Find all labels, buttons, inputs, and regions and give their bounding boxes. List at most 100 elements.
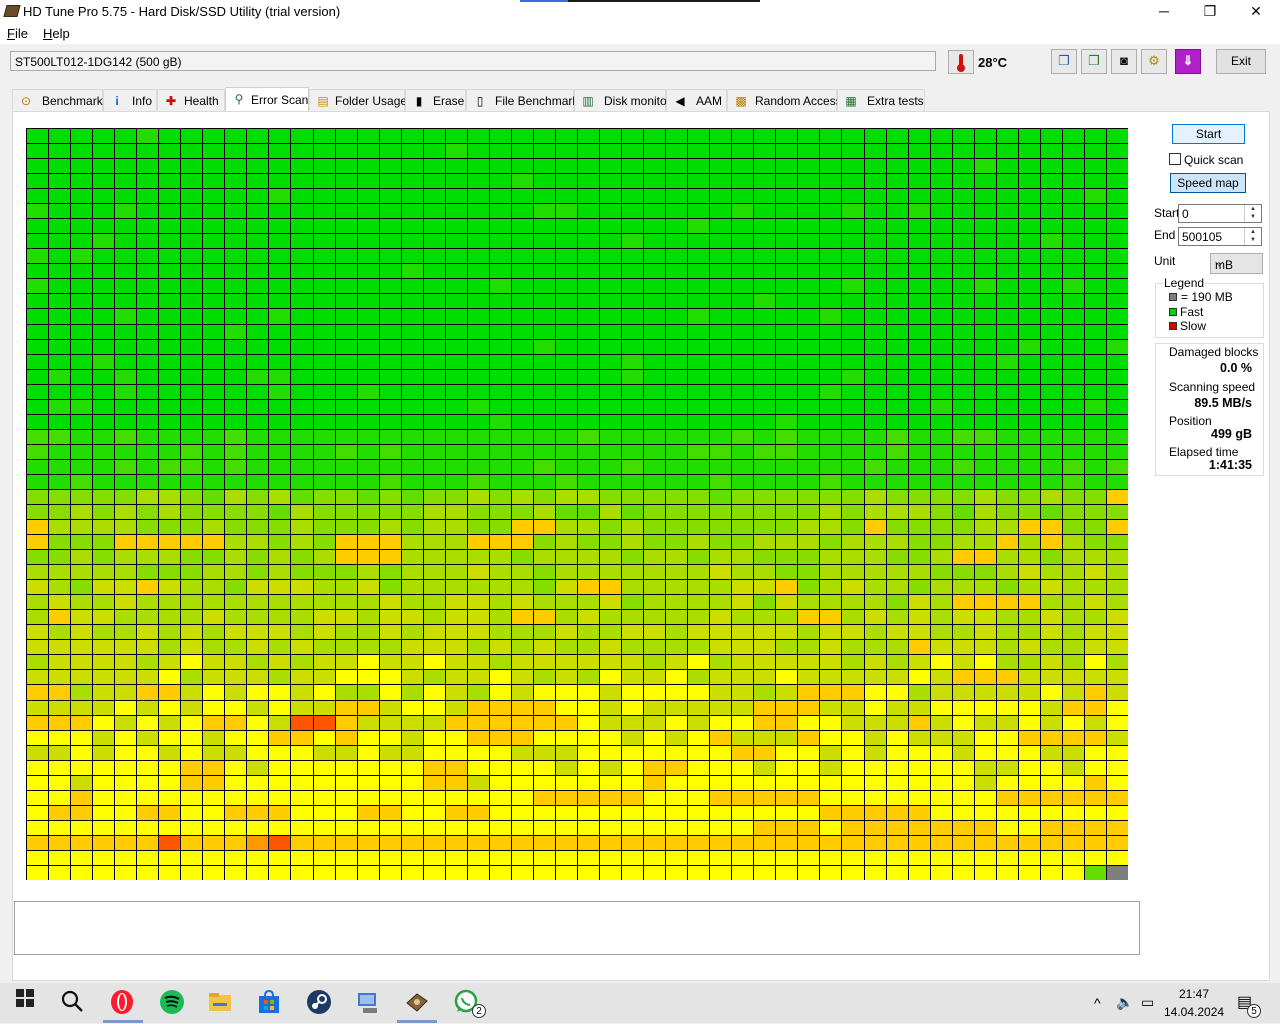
speed-map-block bbox=[1084, 715, 1106, 730]
tab-error-scan[interactable]: ⚲ Error Scan bbox=[225, 87, 309, 112]
menu-help[interactable]: Help bbox=[43, 26, 70, 41]
speed-map-block bbox=[842, 309, 864, 324]
speed-map-block bbox=[974, 760, 996, 775]
speed-map-block bbox=[71, 850, 93, 865]
exit-button[interactable]: Exit bbox=[1216, 49, 1266, 74]
speed-map-block bbox=[445, 580, 467, 595]
copy-text-button[interactable]: ❐ bbox=[1051, 49, 1077, 74]
tab-erase[interactable]: ▮ Erase bbox=[405, 89, 466, 111]
speed-map-block bbox=[27, 339, 49, 354]
speed-map-block bbox=[908, 655, 930, 670]
screenshot-button[interactable]: ◙ bbox=[1111, 49, 1137, 74]
speed-map-block bbox=[511, 369, 533, 384]
tab-extra-tests[interactable]: ▦ Extra tests bbox=[837, 89, 925, 111]
speed-map-block bbox=[930, 204, 952, 219]
speed-map-block bbox=[886, 850, 908, 865]
speed-map-block bbox=[974, 429, 996, 444]
speed-map-block bbox=[1106, 384, 1128, 399]
speed-map-block bbox=[225, 790, 247, 805]
hd-tune-icon[interactable] bbox=[404, 989, 430, 1015]
position-value: 499 gB bbox=[1211, 427, 1252, 441]
speed-map-block bbox=[886, 324, 908, 339]
speed-map-block bbox=[908, 685, 930, 700]
speed-map-block bbox=[467, 279, 489, 294]
speed-map-block bbox=[908, 820, 930, 835]
speed-map-block bbox=[842, 474, 864, 489]
file-explorer-icon[interactable] bbox=[207, 989, 233, 1015]
speed-map-block bbox=[313, 685, 335, 700]
speed-map-block bbox=[401, 369, 423, 384]
unit-select[interactable]: mB ⌵ bbox=[1210, 253, 1263, 274]
speed-map-block bbox=[644, 790, 666, 805]
speed-map-block bbox=[71, 640, 93, 655]
windows-start-icon[interactable] bbox=[12, 989, 38, 1015]
start-scan-button[interactable]: Start bbox=[1172, 124, 1245, 144]
chevron-up-icon[interactable]: ^ bbox=[1094, 995, 1101, 1011]
tab-info[interactable]: i Info bbox=[103, 89, 157, 111]
spin-arrows-icon[interactable]: ▲ ▼ bbox=[1244, 228, 1261, 245]
speed-map-block bbox=[908, 339, 930, 354]
speed-map-block bbox=[225, 429, 247, 444]
speed-map-block bbox=[1062, 700, 1084, 715]
quick-scan-checkbox[interactable] bbox=[1169, 153, 1181, 165]
menu-file[interactable]: File bbox=[7, 26, 28, 41]
speed-map-block bbox=[445, 700, 467, 715]
speed-map-block bbox=[622, 369, 644, 384]
speed-map-block bbox=[710, 820, 732, 835]
speed-map-block bbox=[445, 520, 467, 535]
microsoft-store-icon[interactable] bbox=[256, 989, 282, 1015]
tab-health[interactable]: ✚ Health bbox=[157, 89, 225, 111]
speed-map-block bbox=[379, 414, 401, 429]
speed-map-block bbox=[1018, 820, 1040, 835]
drive-select[interactable]: ST500LT012-1DG142 (500 gB) ⌵ bbox=[10, 51, 936, 71]
speed-map-block bbox=[842, 144, 864, 159]
speed-map-block bbox=[379, 565, 401, 580]
copy-info-button[interactable]: ❐ bbox=[1081, 49, 1107, 74]
speed-map-block bbox=[445, 670, 467, 685]
end-input[interactable]: 500105 ▲ ▼ bbox=[1178, 227, 1262, 246]
speed-map-block bbox=[49, 745, 71, 760]
spin-arrows-icon[interactable]: ▲ ▼ bbox=[1244, 205, 1261, 222]
minimize-button[interactable]: ─ bbox=[1141, 0, 1187, 24]
speed-map-block bbox=[511, 595, 533, 610]
speed-map-block bbox=[379, 850, 401, 865]
save-button[interactable]: ⇓ bbox=[1175, 49, 1201, 74]
speed-map-block bbox=[511, 655, 533, 670]
speed-map-block bbox=[137, 189, 159, 204]
tab-aam[interactable]: ◀ AAM bbox=[666, 89, 727, 111]
start-input[interactable]: 0 ▲ ▼ bbox=[1178, 204, 1262, 223]
tab-random-access[interactable]: ▩ Random Access bbox=[727, 89, 842, 111]
tab-file-benchmark[interactable]: ▯ File Benchmark bbox=[466, 89, 578, 111]
network-icon[interactable]: ▭ bbox=[1141, 994, 1154, 1011]
speed-map-block bbox=[335, 625, 357, 640]
tab-disk-monitor[interactable]: ▥ Disk monitor bbox=[574, 89, 671, 111]
options-button[interactable]: ⚙ bbox=[1141, 49, 1167, 74]
speed-map-block bbox=[247, 459, 269, 474]
speed-map-block bbox=[1062, 354, 1084, 369]
spotify-icon[interactable] bbox=[159, 989, 185, 1015]
speed-map-block bbox=[27, 369, 49, 384]
tab-benchmark[interactable]: ⊙ Benchmark bbox=[12, 89, 103, 111]
speed-map-block bbox=[137, 730, 159, 745]
speed-map-block bbox=[578, 429, 600, 444]
speed-map-block bbox=[181, 354, 203, 369]
speed-map-block bbox=[533, 805, 555, 820]
speaker-icon[interactable]: 🔈 bbox=[1116, 994, 1133, 1011]
clock-time[interactable]: 21:47 bbox=[1172, 987, 1216, 1001]
steam-icon[interactable] bbox=[306, 989, 332, 1015]
close-button[interactable]: ✕ bbox=[1233, 0, 1279, 24]
network-app-icon[interactable] bbox=[355, 989, 381, 1015]
tab-folder-usage[interactable]: ▤ Folder Usage bbox=[309, 89, 407, 111]
search-icon[interactable] bbox=[59, 989, 85, 1015]
clock-date[interactable]: 14.04.2024 bbox=[1164, 1005, 1224, 1019]
speed-map-block bbox=[247, 339, 269, 354]
copy-text-icon: ❐ bbox=[1058, 53, 1070, 68]
speed-map-block bbox=[511, 309, 533, 324]
speed-map-block bbox=[974, 820, 996, 835]
speed-map-block bbox=[710, 129, 732, 144]
maximize-button[interactable]: ❐ bbox=[1187, 0, 1233, 24]
opera-icon[interactable] bbox=[109, 989, 135, 1015]
speed-map-block bbox=[1084, 414, 1106, 429]
speed-map-button[interactable]: Speed map bbox=[1170, 173, 1246, 193]
speed-map-block bbox=[533, 760, 555, 775]
